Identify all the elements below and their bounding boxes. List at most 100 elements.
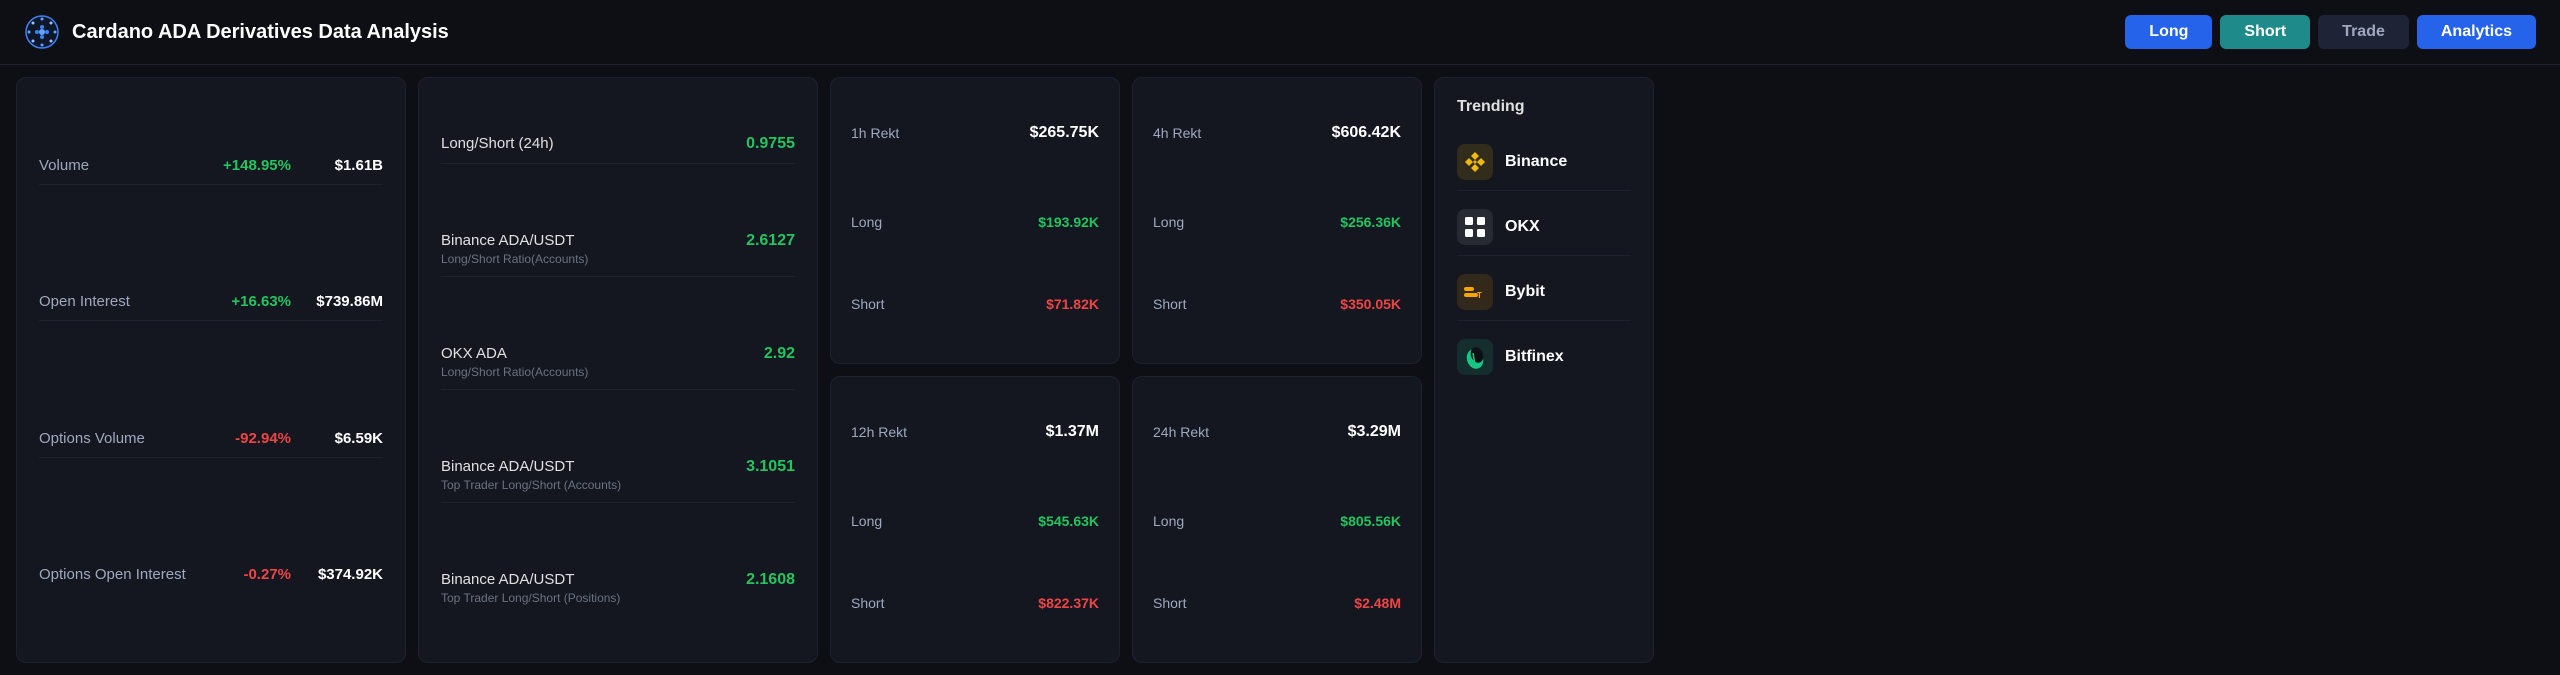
ls-value-0: 0.9755	[746, 135, 795, 153]
rekt-4h-long-row: Long $256.36K	[1153, 209, 1401, 235]
ls-label-3: Binance ADA/USDT Top Trader Long/Short (…	[441, 458, 621, 492]
nav-analytics-button[interactable]: Analytics	[2417, 15, 2536, 49]
stats-panel: Volume +148.95% $1.61B Open Interest +16…	[16, 77, 406, 663]
stat-optv-value: $6.59K	[293, 430, 383, 447]
rekt-12h-long-row: Long $545.63K	[851, 508, 1099, 534]
rekt-1h-long-label: Long	[851, 214, 882, 230]
rekt-12h-long-value: $545.63K	[1038, 513, 1099, 529]
rekt-1h-long-row: Long $193.92K	[851, 209, 1099, 235]
stat-optv-label: Options Volume	[39, 430, 199, 447]
binance-name: Binance	[1505, 153, 1567, 171]
stat-row-options-volume: Options Volume -92.94% $6.59K	[39, 420, 383, 458]
okx-name: OKX	[1505, 218, 1540, 236]
rekt-1h-short-label: Short	[851, 296, 884, 312]
stat-row-volume: Volume +148.95% $1.61B	[39, 147, 383, 185]
rekt-12h-long-label: Long	[851, 513, 882, 529]
rekt-1h-short-row: Short $71.82K	[851, 291, 1099, 317]
binance-icon	[1457, 144, 1493, 180]
nav-long-button[interactable]: Long	[2125, 15, 2212, 49]
exchange-item-binance[interactable]: Binance	[1457, 134, 1631, 191]
rekt-12h-header: 12h Rekt $1.37M	[851, 423, 1099, 441]
ls-value-2: 2.92	[764, 345, 795, 363]
rekt-24h-long-label: Long	[1153, 513, 1184, 529]
ls-label-2: OKX ADA Long/Short Ratio(Accounts)	[441, 345, 588, 379]
main-content: Volume +148.95% $1.61B Open Interest +16…	[0, 65, 2560, 675]
ls-value-3: 3.1051	[746, 458, 795, 476]
stat-oi-label: Open Interest	[39, 293, 199, 310]
rekt-12h-short-row: Short $822.37K	[851, 590, 1099, 616]
bitfinex-icon	[1457, 339, 1493, 375]
stat-volume-change: +148.95%	[201, 157, 291, 174]
rekt-24h-short-value: $2.48M	[1354, 595, 1401, 611]
rekt-24h-long-row: Long $805.56K	[1153, 508, 1401, 534]
ls-row-4: Binance ADA/USDT Top Trader Long/Short (…	[441, 561, 795, 615]
bybit-name: Bybit	[1505, 283, 1545, 301]
bitfinex-name: Bitfinex	[1505, 348, 1564, 366]
ls-row-0: Long/Short (24h) 0.9755	[441, 125, 795, 164]
rekt-12h-panel: 12h Rekt $1.37M Long $545.63K Short $822…	[830, 376, 1120, 663]
rekt-1h-header: 1h Rekt $265.75K	[851, 124, 1099, 142]
stat-optoi-label: Options Open Interest	[39, 566, 199, 583]
ls-label-4: Binance ADA/USDT Top Trader Long/Short (…	[441, 571, 620, 605]
stat-row-open-interest: Open Interest +16.63% $739.86M	[39, 283, 383, 321]
okx-icon	[1457, 209, 1493, 245]
stat-oi-change: +16.63%	[201, 293, 291, 310]
rekt-col-right: 4h Rekt $606.42K Long $256.36K Short $35…	[1132, 77, 1422, 663]
rekt-4h-total: $606.42K	[1332, 124, 1401, 142]
ls-label-1: Binance ADA/USDT Long/Short Ratio(Accoun…	[441, 232, 588, 266]
trending-title: Trending	[1457, 98, 1631, 116]
stat-optv-change: -92.94%	[201, 430, 291, 447]
bybit-icon: T	[1457, 274, 1493, 310]
rekt-24h-header: 24h Rekt $3.29M	[1153, 423, 1401, 441]
ls-value-4: 2.1608	[746, 571, 795, 589]
rekt-1h-panel: 1h Rekt $265.75K Long $193.92K Short $71…	[830, 77, 1120, 364]
logo-icon	[24, 14, 60, 50]
stat-volume-label: Volume	[39, 157, 199, 174]
trending-panel: Trending Binance	[1434, 77, 1654, 663]
rekt-4h-long-label: Long	[1153, 214, 1184, 230]
stat-volume-value: $1.61B	[293, 157, 383, 174]
exchange-item-bitfinex[interactable]: Bitfinex	[1457, 329, 1631, 385]
rekt-24h-panel: 24h Rekt $3.29M Long $805.56K Short $2.4…	[1132, 376, 1422, 663]
rekt-24h-short-row: Short $2.48M	[1153, 590, 1401, 616]
stat-optoi-value: $374.92K	[293, 566, 383, 583]
ls-row-2: OKX ADA Long/Short Ratio(Accounts) 2.92	[441, 335, 795, 390]
rekt-1h-short-value: $71.82K	[1046, 296, 1099, 312]
header-nav: Long Short Trade Analytics	[2125, 15, 2536, 49]
header: Cardano ADA Derivatives Data Analysis Lo…	[0, 0, 2560, 65]
stat-oi-value: $739.86M	[293, 293, 383, 310]
rekt-1h-title: 1h Rekt	[851, 125, 899, 141]
rekt-col-left: 1h Rekt $265.75K Long $193.92K Short $71…	[830, 77, 1120, 663]
ls-label-0: Long/Short (24h)	[441, 135, 554, 152]
rekt-4h-short-row: Short $350.05K	[1153, 291, 1401, 317]
rekt-24h-long-value: $805.56K	[1340, 513, 1401, 529]
rekt-12h-short-value: $822.37K	[1038, 595, 1099, 611]
rekt-4h-title: 4h Rekt	[1153, 125, 1201, 141]
rekt-1h-total: $265.75K	[1030, 124, 1099, 142]
exchange-item-bybit[interactable]: T Bybit	[1457, 264, 1631, 321]
ls-row-3: Binance ADA/USDT Top Trader Long/Short (…	[441, 448, 795, 503]
rekt-4h-panel: 4h Rekt $606.42K Long $256.36K Short $35…	[1132, 77, 1422, 364]
rekt-1h-long-value: $193.92K	[1038, 214, 1099, 230]
rekt-12h-title: 12h Rekt	[851, 424, 907, 440]
rekt-4h-long-value: $256.36K	[1340, 214, 1401, 230]
stat-row-options-oi: Options Open Interest -0.27% $374.92K	[39, 556, 383, 593]
rekt-4h-short-label: Short	[1153, 296, 1186, 312]
rekt-12h-total: $1.37M	[1046, 423, 1099, 441]
rekt-4h-short-value: $350.05K	[1340, 296, 1401, 312]
ls-row-1: Binance ADA/USDT Long/Short Ratio(Accoun…	[441, 222, 795, 277]
nav-trade-button[interactable]: Trade	[2318, 15, 2409, 49]
longshort-panel: Long/Short (24h) 0.9755 Binance ADA/USDT…	[418, 77, 818, 663]
rekt-24h-title: 24h Rekt	[1153, 424, 1209, 440]
ls-value-1: 2.6127	[746, 232, 795, 250]
rekt-24h-total: $3.29M	[1348, 423, 1401, 441]
rekt-4h-header: 4h Rekt $606.42K	[1153, 124, 1401, 142]
exchange-item-okx[interactable]: OKX	[1457, 199, 1631, 256]
stat-optoi-change: -0.27%	[201, 566, 291, 583]
rekt-12h-short-label: Short	[851, 595, 884, 611]
rekt-24h-short-label: Short	[1153, 595, 1186, 611]
header-title: Cardano ADA Derivatives Data Analysis	[72, 21, 449, 44]
header-left: Cardano ADA Derivatives Data Analysis	[24, 14, 449, 50]
nav-short-button[interactable]: Short	[2220, 15, 2310, 49]
svg-text:T: T	[1477, 291, 1482, 300]
